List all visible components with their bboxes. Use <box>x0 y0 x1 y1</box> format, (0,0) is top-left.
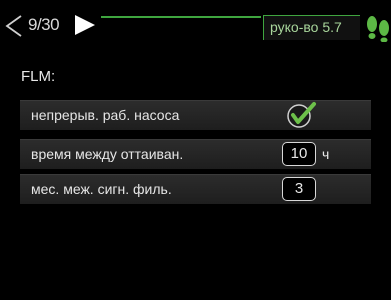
setting-row-filter-alarm[interactable]: мес. меж. сигн. филь. 3 <box>20 174 371 204</box>
top-bar: 9/30 руко-во 5.7 <box>0 0 391 42</box>
defrost-interval-value[interactable]: 10 <box>282 142 316 166</box>
filter-alarm-value[interactable]: 3 <box>282 177 316 201</box>
top-divider <box>101 16 261 18</box>
unit-label: ч <box>322 146 330 162</box>
back-arrow-icon[interactable] <box>4 14 24 38</box>
guide-badge[interactable]: руко-во 5.7 <box>263 15 360 40</box>
footsteps-icon <box>367 16 389 42</box>
setting-label: непрерыв. раб. насоса <box>31 107 180 123</box>
setting-row-pump-continuous[interactable]: непрерыв. раб. насоса <box>20 100 371 130</box>
setting-label: время между оттаиван. <box>31 146 184 162</box>
checkbox-checked-icon[interactable] <box>286 101 318 129</box>
page-counter: 9/30 <box>28 15 60 34</box>
section-title: FLM: <box>21 68 56 85</box>
forward-arrow-icon[interactable] <box>73 13 97 37</box>
guide-label: руко-во 5.7 <box>270 19 342 35</box>
setting-label: мес. меж. сигн. филь. <box>31 181 172 197</box>
setting-row-defrost-interval[interactable]: время между оттаиван. 10 ч <box>20 139 371 169</box>
